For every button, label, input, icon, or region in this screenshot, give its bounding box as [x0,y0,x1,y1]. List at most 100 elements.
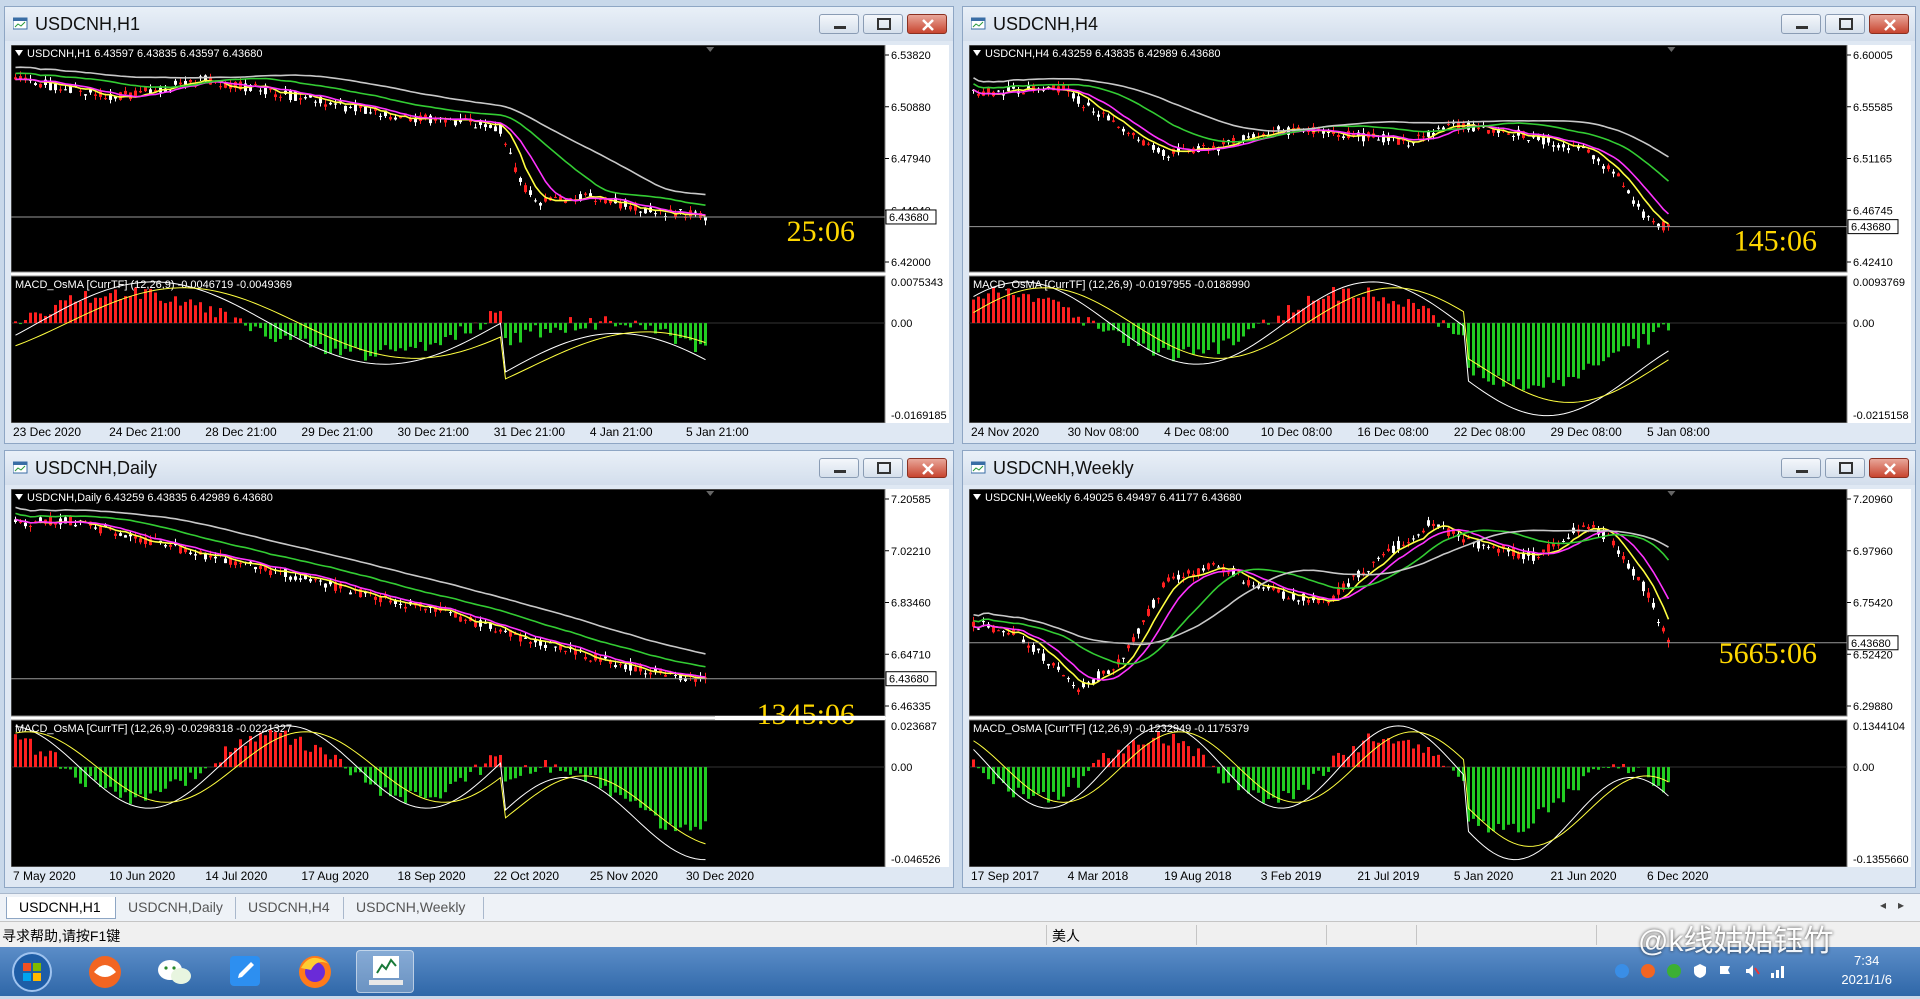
candle [1487,130,1490,133]
window-titlebar[interactable]: USDCNH,H4 [963,7,1915,41]
chart-area[interactable]: 7.205857.022106.834606.647106.463356.436… [11,489,947,865]
macd-histogram-bar [169,302,172,323]
wechat-icon[interactable] [146,950,204,993]
macd-histogram-bar [314,745,317,767]
tray-flag-icon[interactable] [1718,963,1734,979]
macd-histogram-bar [1197,323,1200,349]
chart-canvas[interactable]: 7.205857.022106.834606.647106.463356.436… [11,489,949,867]
minimize-button[interactable] [819,14,859,34]
app-orange-swirl-icon[interactable] [76,950,134,993]
macd-histogram-bar [334,755,337,767]
window-titlebar[interactable]: USDCNH,Weekly [963,451,1915,485]
close-button[interactable] [1869,14,1909,34]
start-button[interactable] [2,950,62,993]
macd-histogram-bar [449,323,452,335]
macd-histogram-bar [419,767,422,796]
macd-histogram-bar [1232,767,1235,778]
candle [1642,212,1645,218]
metatrader-icon[interactable] [356,950,414,993]
tray-wechat-icon[interactable] [1666,963,1682,979]
candle [1532,552,1535,561]
candle [119,92,122,100]
candle [1252,585,1255,586]
macd-histogram-bar [1392,743,1395,767]
window-titlebar[interactable]: USDCNH,Daily [5,451,953,485]
scroll-left-icon[interactable]: ◂ [1880,898,1886,912]
macd-histogram-bar [609,321,612,323]
tab-usdcnh-weekly[interactable]: USDCNH,Weekly [344,897,484,919]
macd-histogram-bar [249,323,252,331]
macd-histogram-bar [514,767,517,778]
chart-window-h4[interactable]: USDCNH,H4 6.600056.555856.511656.467456.… [962,6,1916,444]
maximize-button[interactable] [863,14,903,34]
tray-orange-icon[interactable] [1640,963,1656,979]
chart-area[interactable]: 6.538206.508806.479406.449406.420006.436… [11,45,947,421]
macd-histogram-bar [434,323,437,343]
macd-histogram-bar [1027,767,1030,799]
macd-histogram-bar [1162,323,1165,348]
chart-window-daily[interactable]: USDCNH,Daily 7.205857.022106.834606.6471… [4,450,954,888]
close-button[interactable] [1869,458,1909,478]
macd-histogram-bar [1072,318,1075,323]
firefox-icon[interactable] [286,950,344,993]
macd-histogram-bar [484,763,487,767]
chart-canvas[interactable]: 6.538206.508806.479406.449406.420006.436… [11,45,949,423]
macd-histogram-bar [1632,323,1635,339]
chart-window-weekly[interactable]: USDCNH,Weekly 7.209606.979606.754206.524… [962,450,1916,888]
scroll-right-icon[interactable]: ▸ [1898,898,1904,912]
macd-histogram-bar [1547,767,1550,812]
macd-axis-label: 0.00 [1853,318,1874,330]
macd-histogram-bar [1152,738,1155,767]
candle [164,545,167,546]
maximize-button[interactable] [863,458,903,478]
macd-histogram-bar [24,738,27,767]
candle [1187,570,1190,573]
macd-histogram-bar [1072,767,1075,778]
maximize-button[interactable] [1825,458,1865,478]
macd-histogram-bar [982,299,985,323]
minimize-button[interactable] [1781,458,1821,478]
tab-usdcnh-h4[interactable]: USDCNH,H4 [236,897,344,919]
tray-shield-icon[interactable] [1692,963,1708,979]
macd-histogram-bar [649,767,652,811]
macd-histogram-bar [1252,767,1255,790]
close-button[interactable] [907,458,947,478]
system-clock[interactable]: 7:34 2021/1/6 [1841,951,1892,989]
tray-network-icon[interactable] [1614,963,1630,979]
tab-usdcnh-h1[interactable]: USDCNH,H1 [6,897,116,919]
price-axis-label: 6.50880 [891,102,931,114]
candle [119,533,122,536]
macd-histogram-bar [59,767,62,769]
chart-canvas[interactable]: 6.600056.555856.511656.467456.424106.436… [969,45,1911,423]
status-bar: 寻求帮助,请按F1键 美人 [0,921,1920,948]
macd-histogram-bar [1322,767,1325,776]
chart-area[interactable]: 7.209606.979606.754206.524206.298806.436… [969,489,1909,865]
minimize-button[interactable] [819,458,859,478]
tab-usdcnh-daily[interactable]: USDCNH,Daily [116,897,236,919]
candle [279,97,282,98]
minimize-button[interactable] [1781,14,1821,34]
macd-histogram-bar [99,298,102,323]
candle [1072,685,1075,686]
macd-histogram-bar [1622,323,1625,346]
macd-histogram-bar [689,767,692,830]
maximize-button[interactable] [1825,14,1865,34]
close-button[interactable] [907,14,947,34]
chart-window-h1[interactable]: USDCNH,H1 6.538206.508806.479406.449406.… [4,6,954,444]
candle [429,116,432,123]
macd-histogram-bar [1447,323,1450,328]
candle [1637,577,1640,580]
candle [554,647,557,648]
macd-histogram-bar [1507,323,1510,381]
notes-app-icon[interactable] [216,950,274,993]
chart-area[interactable]: 6.600056.555856.511656.467456.424106.436… [969,45,1909,421]
tray-volume-muted-icon[interactable] [1744,963,1760,979]
macd-histogram-bar [1397,304,1400,323]
candle [1172,577,1175,579]
tray-signal-icon[interactable] [1770,963,1786,979]
macd-histogram-bar [399,767,402,797]
price-plot-area [969,489,1847,716]
chart-canvas[interactable]: 7.209606.979606.754206.524206.298806.436… [969,489,1911,867]
current-price-label: 6.43680 [1851,638,1891,650]
window-titlebar[interactable]: USDCNH,H1 [5,7,953,41]
